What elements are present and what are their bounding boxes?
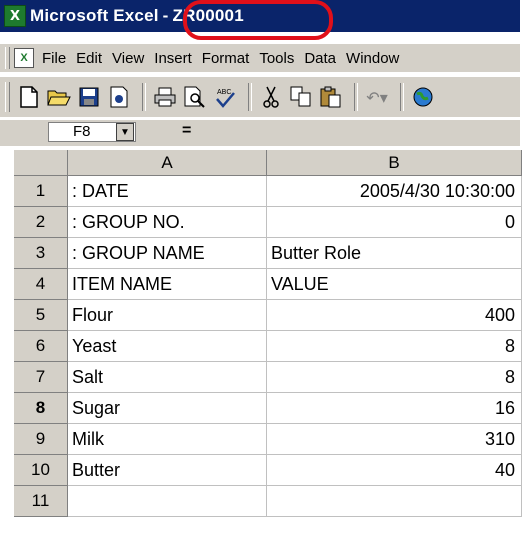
cell-b[interactable]: Butter Role	[267, 238, 522, 269]
toolbar-grip[interactable]	[5, 82, 10, 112]
row-header[interactable]: 1	[14, 176, 68, 207]
cell-b[interactable]: 8	[267, 331, 522, 362]
cell-a[interactable]: Butter	[68, 455, 267, 486]
paste-icon[interactable]	[318, 83, 344, 111]
name-box-dropdown-icon[interactable]: ▼	[116, 123, 134, 141]
hyperlink-icon[interactable]	[410, 83, 436, 111]
menu-view[interactable]: View	[112, 50, 144, 67]
standard-toolbar: ABC ↶▾	[0, 76, 520, 117]
menu-data[interactable]: Data	[304, 50, 336, 67]
cell-b[interactable]: 2005/4/30 10:30:00	[267, 176, 522, 207]
excel-icon[interactable]: X	[4, 5, 26, 27]
toolbar-separator	[248, 83, 252, 111]
row-header[interactable]: 3	[14, 238, 68, 269]
cell-b[interactable]: 8	[267, 362, 522, 393]
cell-b[interactable]: 40	[267, 455, 522, 486]
row-header[interactable]: 11	[14, 486, 68, 517]
formula-equals-label[interactable]: =	[182, 122, 191, 140]
row-header[interactable]: 9	[14, 424, 68, 455]
row-header[interactable]: 10	[14, 455, 68, 486]
row-header[interactable]: 6	[14, 331, 68, 362]
undo-icon[interactable]: ↶▾	[364, 83, 390, 111]
column-header-b[interactable]: B	[267, 150, 522, 176]
menu-format[interactable]: Format	[202, 50, 250, 67]
cell-a[interactable]: Flour	[68, 300, 267, 331]
document-name: ZR00001	[172, 6, 244, 25]
menubar-grip[interactable]	[5, 47, 10, 69]
row-header[interactable]: 2	[14, 207, 68, 238]
toolbar-separator	[400, 83, 404, 111]
select-all-corner[interactable]	[14, 150, 68, 176]
column-header-a[interactable]: A	[68, 150, 267, 176]
cell-b[interactable]: 0	[267, 207, 522, 238]
cell-a[interactable]: Yeast	[68, 331, 267, 362]
cell-a[interactable]: Salt	[68, 362, 267, 393]
cell-a[interactable]: : GROUP NO.	[68, 207, 267, 238]
cell-b[interactable]: VALUE	[267, 269, 522, 300]
spelling-icon[interactable]: ABC	[212, 83, 238, 111]
sheet-left-margin	[0, 150, 14, 537]
menu-insert[interactable]: Insert	[154, 50, 192, 67]
copy-icon[interactable]	[288, 83, 314, 111]
permission-icon[interactable]	[106, 83, 132, 111]
toolbar-separator	[142, 83, 146, 111]
row-header[interactable]: 8	[14, 393, 68, 424]
cell-a[interactable]: : DATE	[68, 176, 267, 207]
title-separator: -	[162, 6, 169, 25]
cut-icon[interactable]	[258, 83, 284, 111]
svg-text:ABC: ABC	[217, 89, 231, 96]
open-icon[interactable]	[46, 83, 72, 111]
print-icon[interactable]	[152, 83, 178, 111]
cell-b[interactable]: 310	[267, 424, 522, 455]
workbook-icon[interactable]: X	[14, 48, 34, 68]
cell-b[interactable]: 400	[267, 300, 522, 331]
menu-window[interactable]: Window	[346, 50, 399, 67]
cell-a[interactable]: Sugar	[68, 393, 267, 424]
toolbar-separator	[354, 83, 358, 111]
print-preview-icon[interactable]	[182, 83, 208, 111]
cell-a[interactable]: : GROUP NAME	[68, 238, 267, 269]
spreadsheet-grid: A B 1: DATE 2005/4/30 10:30:00 2: GROUP NO…	[14, 150, 522, 537]
row-header[interactable]: 4	[14, 269, 68, 300]
cell-a[interactable]: Milk	[68, 424, 267, 455]
row-header[interactable]: 7	[14, 362, 68, 393]
menu-edit[interactable]: Edit	[76, 50, 102, 67]
menu-file[interactable]: File	[42, 50, 66, 67]
row-header[interactable]: 5	[14, 300, 68, 331]
cell-a[interactable]: ITEM NAME	[68, 269, 267, 300]
menu-tools[interactable]: Tools	[259, 50, 294, 67]
app-name: Microsoft Excel	[30, 6, 159, 25]
menu-bar: X File Edit View Insert Format Tools Dat…	[0, 44, 520, 72]
title-bar: X Microsoft Excel - ZR00001	[0, 0, 520, 32]
new-icon[interactable]	[16, 83, 42, 111]
save-icon[interactable]	[76, 83, 102, 111]
cell-a[interactable]	[68, 486, 267, 517]
formula-bar: F8 ▼ =	[0, 120, 520, 146]
cell-b[interactable]	[267, 486, 522, 517]
cell-b[interactable]: 16	[267, 393, 522, 424]
